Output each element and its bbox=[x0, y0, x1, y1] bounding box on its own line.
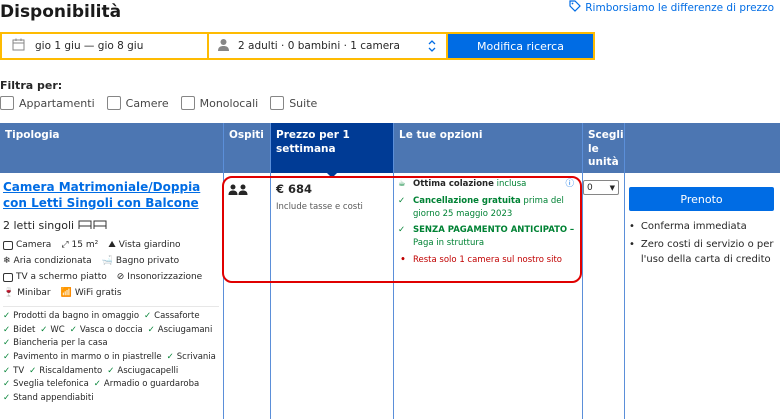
units-select-value: 0 bbox=[587, 182, 593, 193]
amenity-item: Biancheria per la casa bbox=[3, 338, 107, 349]
amenity-item: Asciugamani bbox=[148, 325, 213, 336]
wifi-icon: 📶 bbox=[60, 288, 72, 299]
chevron-down-icon: ▼ bbox=[609, 183, 615, 192]
occupancy-picker[interactable]: 2 adulti · 0 bambini · 1 camera bbox=[209, 34, 448, 58]
room-name-link[interactable]: Camera Matrimoniale/Doppia con Letti Sin… bbox=[3, 180, 219, 211]
search-bar: gio 1 giu — gio 8 giu 2 adulti · 0 bambi… bbox=[0, 32, 595, 60]
room-cell: Camera Matrimoniale/Doppia con Letti Sin… bbox=[3, 173, 219, 404]
checkbox[interactable] bbox=[180, 96, 195, 110]
benefit-item: Conferma immediata bbox=[629, 219, 779, 234]
modify-search-button[interactable]: Modifica ricerca bbox=[448, 34, 593, 58]
reserve-benefits: Conferma immediata Zero costi di servizi… bbox=[629, 219, 779, 270]
facility-item: Camera bbox=[3, 240, 51, 250]
room-icon bbox=[3, 240, 13, 250]
divider bbox=[3, 306, 219, 308]
facility-item: ⤢ 15 m² bbox=[61, 240, 99, 251]
filter-suites[interactable]: Suite bbox=[270, 96, 317, 110]
amenity-item: Asciugacapelli bbox=[107, 366, 178, 377]
minibar-icon: 🍷 bbox=[3, 288, 15, 299]
bath-icon: 🛁 bbox=[101, 256, 113, 267]
amenity-item: Stand appendiabiti bbox=[3, 393, 93, 404]
facility-item: 🍷 Minibar bbox=[3, 288, 51, 299]
benefit-item: Zero costi di servizio o per l'uso della… bbox=[629, 237, 779, 267]
filter-rooms[interactable]: Camere bbox=[106, 96, 169, 110]
facility-item: 📶 WiFi gratis bbox=[60, 288, 122, 299]
occupancy-value: 2 adulti · 0 bambini · 1 camera bbox=[238, 40, 400, 52]
amenity-item: TV bbox=[3, 366, 24, 377]
page-title: Disponibilità bbox=[0, 2, 122, 22]
facility-item: ❄ Aria condizionata bbox=[3, 256, 92, 267]
selection-highlight bbox=[222, 176, 582, 283]
amenity-item: Cassaforte bbox=[144, 311, 199, 322]
price-match-label: Rimborsiamo le differenze di prezzo bbox=[585, 1, 774, 14]
person-icon bbox=[217, 38, 230, 54]
price-match-link[interactable]: Rimborsiamo le differenze di prezzo bbox=[569, 0, 774, 15]
chevron-updown-icon bbox=[428, 40, 436, 55]
filter-label-rooms: Camere bbox=[125, 96, 169, 110]
tv-icon bbox=[3, 272, 13, 282]
amenity-item: Bidet bbox=[3, 325, 35, 336]
header-price[interactable]: Prezzo per 1 settimana bbox=[271, 123, 393, 173]
landscape-icon: ⛰ bbox=[108, 240, 116, 251]
column-divider bbox=[624, 123, 625, 419]
header-type: Tipologia bbox=[0, 123, 223, 173]
filter-studios[interactable]: Monolocali bbox=[180, 96, 259, 110]
checkbox[interactable] bbox=[0, 96, 14, 110]
beds-label: 2 letti singoli bbox=[3, 219, 75, 233]
facility-list: Camera ⤢ 15 m² ⛰ Vista giardino ❄ Aria cond… bbox=[3, 240, 219, 298]
single-bed-icon bbox=[78, 219, 108, 232]
amenity-item: Sveglia telefonica bbox=[3, 379, 89, 390]
snowflake-icon: ❄ bbox=[3, 256, 11, 267]
facility-item: TV a schermo piatto bbox=[3, 272, 107, 282]
amenity-item: Armadio o guardaroba bbox=[94, 379, 199, 390]
filter-label: Filtra per: bbox=[0, 79, 63, 92]
facility-item: ⛰ Vista giardino bbox=[108, 240, 181, 251]
facility-item: 🛁 Bagno privato bbox=[101, 256, 180, 267]
checkbox[interactable] bbox=[106, 96, 121, 110]
soundproof-icon: ⊘ bbox=[116, 272, 125, 283]
beds-info: 2 letti singoli bbox=[3, 219, 219, 232]
units-select[interactable]: 0 ▼ bbox=[583, 180, 619, 195]
amenity-item: Riscaldamento bbox=[29, 366, 102, 377]
amenity-item: Prodotti da bagno in omaggio bbox=[3, 311, 139, 322]
amenity-item: Pavimento in marmo o in piastrelle bbox=[3, 352, 162, 363]
calendar-icon bbox=[12, 38, 25, 54]
amenity-item: Scrivania bbox=[167, 352, 216, 363]
date-picker[interactable]: gio 1 giu — gio 8 giu bbox=[2, 34, 209, 58]
header-choose: Scegli le unità bbox=[583, 123, 624, 173]
tag-icon bbox=[569, 0, 582, 15]
filter-label-apartments: Appartamenti bbox=[19, 96, 95, 110]
header-blank bbox=[625, 123, 780, 173]
dates-value: gio 1 giu — gio 8 giu bbox=[35, 40, 144, 52]
header-guests: Ospiti bbox=[224, 123, 270, 173]
checkbox[interactable] bbox=[270, 96, 285, 110]
size-icon: ⤢ bbox=[61, 240, 69, 251]
filter-list: Appartamenti Camere Monolocali Suite bbox=[0, 96, 329, 110]
header-options: Le tue opzioni bbox=[394, 123, 582, 173]
filter-apartments[interactable]: Appartamenti bbox=[0, 96, 95, 110]
amenity-list: Prodotti da bagno in omaggio Cassaforte … bbox=[3, 311, 219, 403]
amenity-item: Vasca o doccia bbox=[70, 325, 143, 336]
reserve-button[interactable]: Prenoto bbox=[629, 187, 774, 211]
amenity-item: WC bbox=[40, 325, 64, 336]
facility-item: ⊘ Insonorizzazione bbox=[116, 272, 203, 283]
filter-label-suites: Suite bbox=[289, 96, 318, 110]
column-divider bbox=[582, 123, 583, 419]
filter-label-studios: Monolocali bbox=[199, 96, 259, 110]
